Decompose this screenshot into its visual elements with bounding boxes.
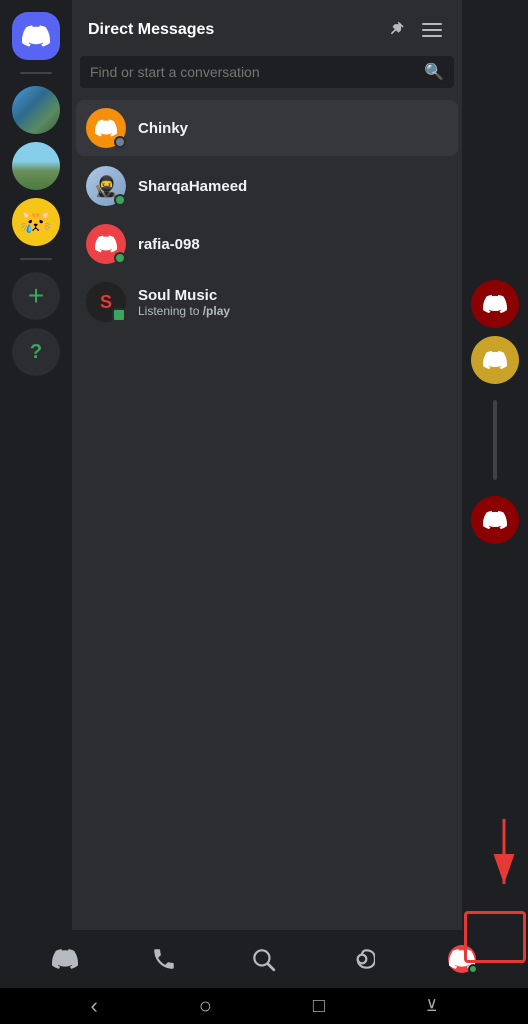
dm-panel: Direct Messages 🔍 — [72, 0, 462, 930]
server-icon-landscape[interactable] — [12, 86, 60, 134]
hamburger-menu-button[interactable] — [418, 16, 446, 44]
dm-sub-soul: Listening to /play — [138, 304, 448, 318]
dm-avatar-wrapper-soul: S 📱 — [86, 282, 126, 322]
dm-panel-header: Direct Messages — [72, 0, 462, 56]
mentions-nav-icon — [349, 946, 375, 972]
dm-name-soul: Soul Music — [138, 287, 448, 304]
scrollbar[interactable] — [493, 400, 497, 480]
status-dot-sharqa — [114, 194, 126, 206]
search-bar[interactable]: 🔍 — [80, 56, 454, 88]
nav-status-dot — [468, 964, 478, 974]
help-button[interactable]: ? — [12, 328, 60, 376]
status-dot-rafia — [114, 252, 126, 264]
recent-button[interactable]: □ — [313, 995, 325, 1018]
search-input[interactable] — [90, 64, 416, 80]
nav-avatar-wrapper — [448, 945, 476, 973]
slash-cmd: /play — [203, 304, 230, 318]
hamburger-icon — [422, 23, 442, 37]
dm-avatar-wrapper-sharqa: 🥷 — [86, 166, 126, 206]
dm-info-rafia: rafia-098 — [138, 236, 448, 253]
dm-name-rafia: rafia-098 — [138, 236, 448, 253]
dm-info-chinky: Chinky — [138, 120, 448, 137]
search-nav-icon — [250, 946, 276, 972]
server-icon-mountain[interactable] — [12, 142, 60, 190]
dm-name-sharqa: SharqaHameed — [138, 178, 448, 195]
dm-avatar-wrapper-chinky — [86, 108, 126, 148]
dm-name-chinky: Chinky — [138, 120, 448, 137]
nav-items — [0, 930, 528, 988]
annotation-arrow — [484, 819, 524, 904]
nav-item-mentions[interactable] — [337, 942, 387, 976]
nav-item-search[interactable] — [238, 942, 288, 976]
friends-nav-icon — [151, 946, 177, 972]
dm-item-chinky[interactable]: Chinky — [76, 100, 458, 156]
menu-button[interactable]: ⊻ — [426, 996, 438, 1016]
home-server-icon[interactable] — [12, 12, 60, 60]
nav-item-home[interactable] — [40, 942, 90, 976]
dm-info-sharqa: SharqaHameed — [138, 178, 448, 195]
right-server-icon-3[interactable] — [471, 496, 519, 544]
discord-nav-icon — [52, 946, 78, 972]
dm-item-rafia[interactable]: rafia-098 — [76, 216, 458, 272]
sidebar-divider-2 — [20, 258, 52, 260]
dm-header-icons — [382, 16, 446, 44]
nav-item-profile[interactable] — [436, 941, 488, 977]
pin-icon[interactable] — [382, 16, 410, 44]
dm-info-soul: Soul Music Listening to /play — [138, 287, 448, 318]
sidebar-divider — [20, 72, 52, 74]
dm-list: Chinky 🥷 SharqaHameed — [72, 100, 462, 930]
server-icon-emoji[interactable]: 😿 — [12, 198, 60, 246]
right-server-icon-2[interactable] — [471, 336, 519, 384]
system-bar: ‹ ○ □ ⊻ — [0, 988, 528, 1024]
bottom-nav: ‹ ○ □ ⊻ — [0, 930, 528, 1024]
dm-item-sharqa[interactable]: 🥷 SharqaHameed — [76, 158, 458, 214]
dm-panel-title: Direct Messages — [88, 21, 214, 39]
status-dot-chinky — [114, 136, 126, 148]
status-dot-soul — [112, 308, 126, 322]
home-button[interactable]: ○ — [199, 993, 212, 1019]
right-servers-panel — [462, 0, 528, 930]
server-sidebar: 😿 + ? — [0, 0, 72, 930]
dm-item-soul[interactable]: S 📱 Soul Music Listening to /play — [76, 274, 458, 330]
add-server-button[interactable]: + — [12, 272, 60, 320]
right-server-icon-1[interactable] — [471, 280, 519, 328]
search-icon: 🔍 — [424, 62, 444, 82]
dm-avatar-wrapper-rafia — [86, 224, 126, 264]
nav-item-friends[interactable] — [139, 942, 189, 976]
back-button[interactable]: ‹ — [90, 993, 97, 1019]
